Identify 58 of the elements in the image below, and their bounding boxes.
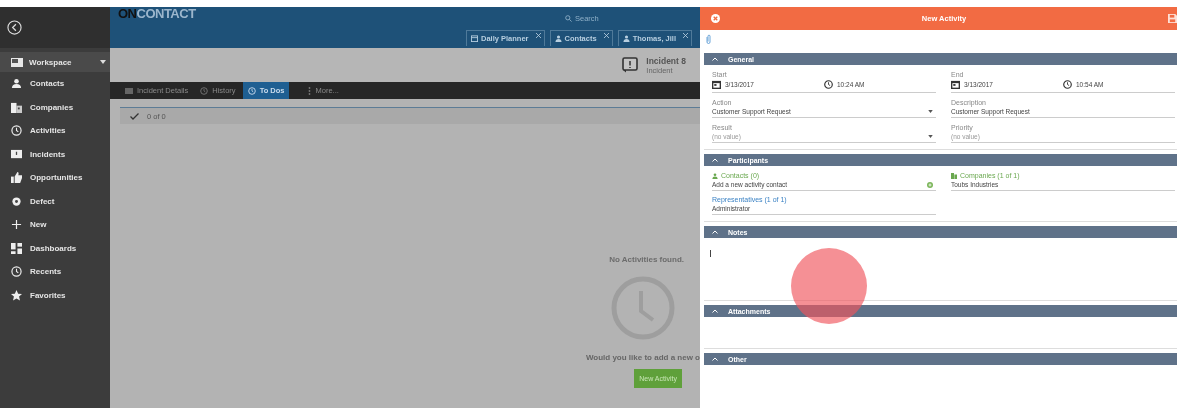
building-icon: [951, 172, 957, 179]
sidebar-item[interactable]: Defect: [0, 189, 110, 213]
sidebar-item[interactable]: Contacts: [0, 72, 110, 96]
card-icon: [11, 148, 22, 160]
caret-icon: [100, 60, 106, 64]
incident-icon: [622, 57, 639, 73]
clock-icon: [11, 125, 22, 137]
sidebar-item[interactable]: New: [0, 213, 110, 237]
workspace-icon: [11, 57, 23, 67]
clock-icon: [247, 86, 256, 95]
search-icon: [565, 14, 572, 22]
close-icon[interactable]: [711, 14, 720, 23]
logo: ONCONTACT: [117, 7, 196, 23]
card-icon: [125, 86, 133, 95]
star-icon: [11, 289, 22, 301]
sidebar-item[interactable]: Activities: [0, 119, 110, 143]
person-icon: [11, 78, 22, 90]
chevron-up-icon: [712, 158, 718, 162]
chevron-up-icon: [712, 57, 718, 61]
person-icon: [622, 35, 630, 42]
paperclip-icon[interactable]: [706, 34, 711, 45]
history-icon: [11, 266, 22, 278]
person-icon: [554, 35, 562, 42]
close-icon[interactable]: [535, 33, 541, 38]
sidebar-item[interactable]: Dashboards: [0, 236, 110, 260]
more-icon: [308, 86, 312, 95]
person-icon: [712, 172, 718, 179]
calendar-icon: [471, 35, 478, 42]
grid-icon: [11, 242, 22, 254]
clock-icon: [1063, 80, 1072, 89]
sidebar-item[interactable]: Recents: [0, 260, 110, 284]
close-icon[interactable]: [683, 33, 688, 38]
chevron-up-icon: [712, 357, 718, 361]
plus-icon: [11, 219, 22, 231]
calendar-icon: [712, 80, 721, 89]
close-icon[interactable]: [603, 33, 609, 38]
workspace-menu[interactable]: Workspace: [0, 52, 110, 72]
chevron-up-icon: [712, 230, 718, 234]
sidebar-item[interactable]: Favorites: [0, 283, 110, 307]
save-icon[interactable]: [1168, 14, 1177, 23]
caret-icon: [928, 110, 933, 113]
chevron-up-icon: [712, 309, 718, 313]
empty-message: No Activities found.: [609, 255, 684, 264]
record-title: Incident 8: [646, 55, 686, 66]
check-icon[interactable]: [130, 112, 139, 120]
sidebar-item[interactable]: Opportunities: [0, 166, 110, 190]
caret-icon: [928, 135, 933, 138]
thumb-icon: [11, 172, 22, 184]
back-icon[interactable]: [7, 20, 22, 35]
add-icon[interactable]: [927, 181, 933, 188]
sidebar-item[interactable]: Incidents: [0, 142, 110, 166]
gear-icon: [11, 195, 22, 207]
building-icon: [11, 101, 22, 113]
sidebar-item[interactable]: Companies: [0, 95, 110, 119]
empty-prompt: Would you like to add a new o: [585, 353, 700, 362]
calendar-icon: [951, 80, 960, 89]
clock-icon: [824, 80, 833, 89]
clock-icon: [200, 86, 209, 95]
